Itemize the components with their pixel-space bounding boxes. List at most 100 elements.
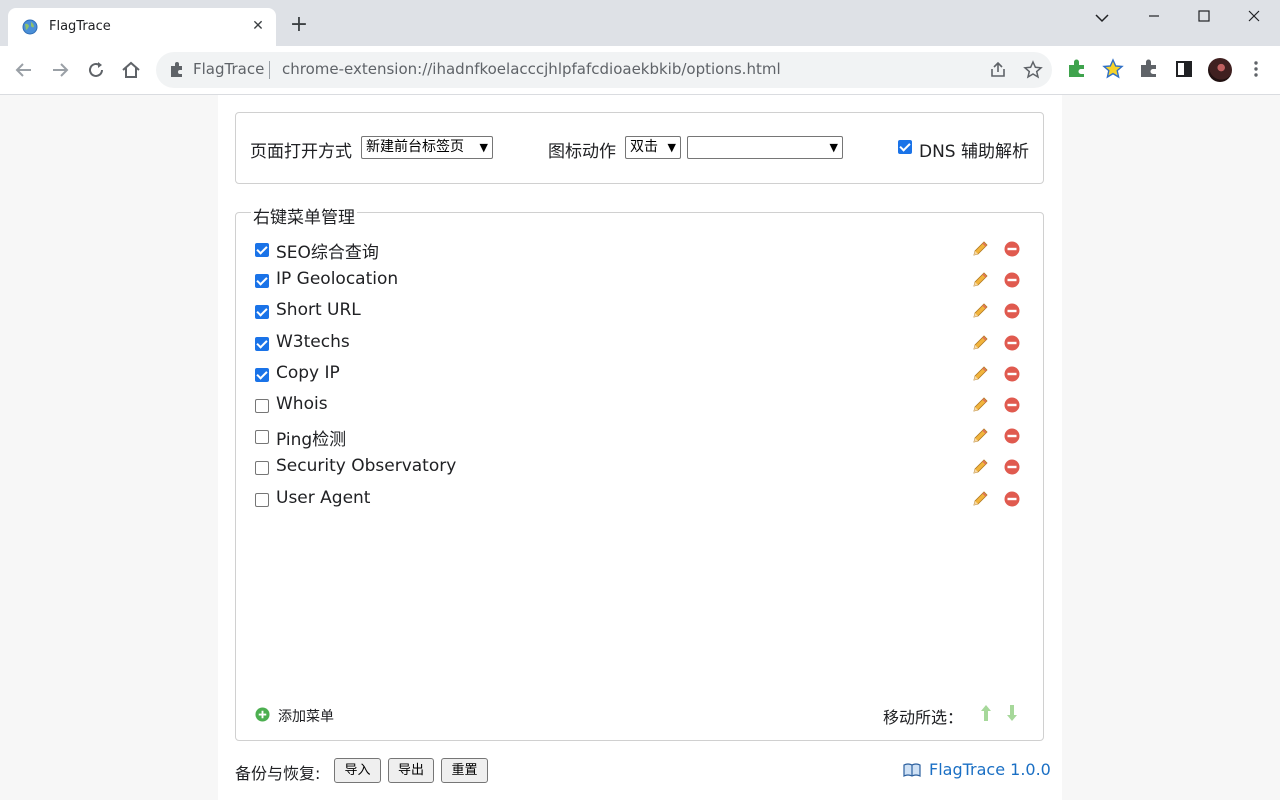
menu-item-label: Security Observatory xyxy=(276,456,457,477)
close-window-icon[interactable] xyxy=(1240,6,1268,26)
dns-label: DNS 辅助解析 xyxy=(919,142,1030,162)
menu-item-checkbox[interactable] xyxy=(255,399,269,413)
page-background: 页面打开方式 新建前台标签页 ▼ 图标动作 双击 ▼ ▼ DNS 辅助解析 右键… xyxy=(0,95,1280,800)
extension-puzzle-icon xyxy=(171,62,182,77)
chevron-down-icon: ▼ xyxy=(667,141,676,154)
menu-item-checkbox[interactable] xyxy=(255,430,269,445)
menu-item-row: Copy IP xyxy=(236,359,1043,390)
home-icon[interactable] xyxy=(119,58,143,82)
menu-item-label: SEO综合查询 xyxy=(276,243,379,263)
menu-item-checkbox[interactable] xyxy=(255,274,269,289)
menu-item-label: Copy IP xyxy=(276,362,340,383)
pencil-edit-icon[interactable] xyxy=(971,490,989,508)
site-name: FlagTrace xyxy=(193,60,265,78)
remove-circle-icon[interactable] xyxy=(1004,491,1020,507)
menu-item-label: Whois xyxy=(276,394,328,414)
side-panel-icon[interactable] xyxy=(1173,58,1195,80)
icon-action-select[interactable]: 双击 ▼ xyxy=(625,136,681,159)
remove-circle-icon[interactable] xyxy=(1004,397,1020,413)
pencil-edit-icon[interactable] xyxy=(971,458,989,476)
star-extension-icon[interactable] xyxy=(1102,58,1124,80)
globe-icon xyxy=(22,19,38,35)
remove-circle-icon[interactable] xyxy=(1004,241,1020,257)
minimize-icon[interactable] xyxy=(1140,6,1168,26)
remove-circle-icon[interactable] xyxy=(1004,459,1020,475)
menu-item-row: Security Observatory xyxy=(236,452,1043,483)
reload-icon[interactable] xyxy=(84,58,108,82)
dns-checkbox[interactable] xyxy=(898,140,912,154)
menu-item-label: Ping检测 xyxy=(276,430,347,451)
reset-button[interactable]: 重置 xyxy=(441,758,488,783)
tab-title: FlagTrace xyxy=(49,19,111,34)
add-menu-button[interactable]: 添加菜单 xyxy=(278,706,334,726)
menu-item-row: Short URL xyxy=(236,296,1043,327)
menu-item-checkbox[interactable] xyxy=(255,243,269,257)
remove-circle-icon[interactable] xyxy=(1004,366,1020,382)
menu-item-label: IP Geolocation xyxy=(276,269,399,290)
address-bar[interactable]: FlagTrace chrome-extension://ihadnfkoela… xyxy=(156,52,1052,88)
open-mode-select[interactable]: 新建前台标签页 ▼ xyxy=(361,136,493,159)
back-arrow-icon[interactable] xyxy=(12,58,36,82)
general-settings: 页面打开方式 新建前台标签页 ▼ 图标动作 双击 ▼ ▼ DNS 辅助解析 xyxy=(235,112,1044,184)
pencil-edit-icon[interactable] xyxy=(971,396,989,414)
remove-circle-icon[interactable] xyxy=(1004,428,1020,444)
arrow-up-icon[interactable] xyxy=(979,703,993,723)
book-icon xyxy=(903,763,921,777)
chevron-down-icon: ▼ xyxy=(829,141,838,154)
forward-arrow-icon[interactable] xyxy=(48,58,72,82)
menu-item-label: W3techs xyxy=(276,331,350,352)
extensions-puzzle-icon[interactable] xyxy=(1138,58,1160,80)
profile-avatar[interactable] xyxy=(1208,58,1232,82)
pencil-edit-icon[interactable] xyxy=(971,240,989,258)
move-selected-label: 移动所选： xyxy=(883,708,964,727)
bookmark-star-icon[interactable] xyxy=(1023,60,1043,80)
pencil-edit-icon[interactable] xyxy=(971,271,989,289)
close-tab-icon[interactable]: ✕ xyxy=(248,16,268,36)
backup-restore-label: 备份与恢复: xyxy=(235,764,321,783)
browser-toolbar: FlagTrace chrome-extension://ihadnfkoela… xyxy=(0,46,1280,95)
icon-action-target-select[interactable]: ▼ xyxy=(687,136,843,159)
new-tab-button[interactable]: + xyxy=(288,14,310,36)
share-icon[interactable] xyxy=(988,60,1008,80)
export-button[interactable]: 导出 xyxy=(388,758,434,783)
chevron-down-icon[interactable] xyxy=(1088,8,1116,28)
menu-item-row: SEO综合查询 xyxy=(236,234,1043,265)
remove-circle-icon[interactable] xyxy=(1004,303,1020,319)
import-button[interactable]: 导入 xyxy=(334,758,381,783)
icon-action-label: 图标动作 xyxy=(548,142,616,162)
remove-circle-icon[interactable] xyxy=(1004,272,1020,288)
menu-item-checkbox[interactable] xyxy=(255,367,269,382)
about-link[interactable]: FlagTrace 1.0.0 xyxy=(929,760,1051,779)
menu-item-row: Whois xyxy=(236,390,1043,421)
url-text[interactable]: chrome-extension://ihadnfkoelacccjhlpfaf… xyxy=(282,60,781,78)
active-tab[interactable]: FlagTrace ✕ xyxy=(8,8,276,46)
chevron-down-icon: ▼ xyxy=(479,141,488,154)
menu-item-checkbox[interactable] xyxy=(255,492,269,507)
menu-item-checkbox[interactable] xyxy=(255,336,269,351)
menu-item-row: IP Geolocation xyxy=(236,265,1043,296)
remove-circle-icon[interactable] xyxy=(1004,335,1020,351)
arrow-down-icon[interactable] xyxy=(1005,703,1019,723)
context-menu-legend: 右键菜单管理 xyxy=(251,203,357,228)
maximize-icon[interactable] xyxy=(1190,6,1218,26)
omnibox-divider xyxy=(269,61,270,79)
menu-item-row: Ping检测 xyxy=(236,421,1043,452)
pencil-edit-icon[interactable] xyxy=(971,302,989,320)
icon-action-value: 双击 xyxy=(630,139,658,155)
open-mode-label: 页面打开方式 xyxy=(250,142,352,162)
menu-item-checkbox[interactable] xyxy=(255,305,269,320)
green-extension-icon[interactable] xyxy=(1066,58,1088,80)
menu-item-label: Short URL xyxy=(276,300,361,321)
menu-item-label: User Agent xyxy=(276,487,371,508)
menu-item-row: User Agent xyxy=(236,484,1043,515)
context-menu-manager: 右键菜单管理 SEO综合查询 IP Geolocation Short URL W3t… xyxy=(235,203,1044,741)
add-circle-icon[interactable] xyxy=(255,707,270,722)
menu-item-row: W3techs xyxy=(236,328,1043,359)
open-mode-value: 新建前台标签页 xyxy=(366,139,464,155)
tab-strip: FlagTrace ✕ + xyxy=(0,0,1280,46)
pencil-edit-icon[interactable] xyxy=(971,365,989,383)
pencil-edit-icon[interactable] xyxy=(971,334,989,352)
menu-item-checkbox[interactable] xyxy=(255,461,269,476)
pencil-edit-icon[interactable] xyxy=(971,427,989,445)
more-menu-icon[interactable] xyxy=(1245,58,1267,80)
